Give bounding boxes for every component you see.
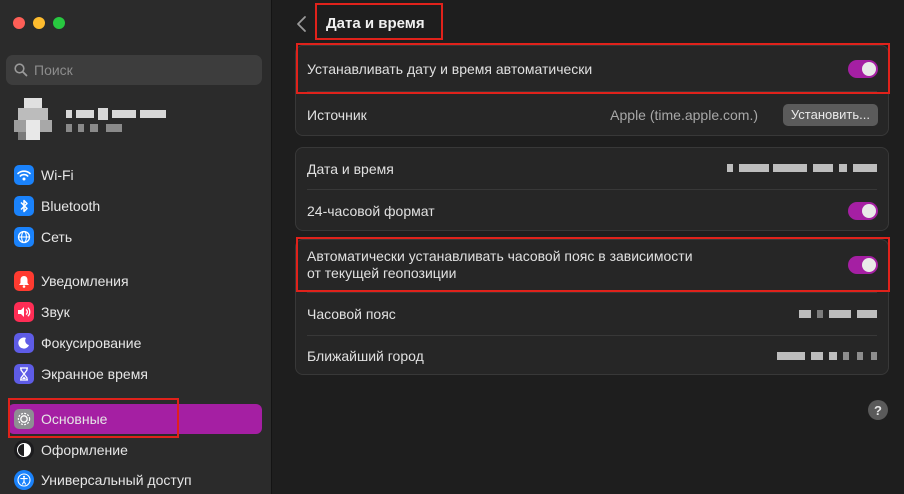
format24-label: 24-часовой формат (307, 203, 435, 219)
sidebar-item-accessibility[interactable]: Универсальный доступ (8, 466, 262, 494)
auto-tz-row: Автоматически устанавливать часовой пояс… (296, 240, 888, 290)
date-time-value-redacted[interactable] (727, 164, 877, 172)
sidebar-item-label: Уведомления (41, 273, 129, 289)
auto-tz-toggle[interactable] (848, 256, 878, 274)
bluetooth-icon (14, 196, 34, 216)
auto-time-group: Устанавливать дату и время автоматически… (295, 45, 889, 136)
sidebar-item-label: Bluetooth (41, 198, 101, 214)
moon-icon (14, 333, 34, 353)
sidebar-item-bluetooth[interactable]: Bluetooth (8, 192, 262, 220)
window-controls (13, 17, 65, 29)
auto-tz-label: Автоматически устанавливать часовой пояс… (307, 248, 693, 282)
avatar (14, 98, 54, 142)
sidebar-item-appearance[interactable]: Оформление (8, 436, 262, 464)
sidebar: Wi-Fi Bluetooth Сеть Уведомления Звук Фо… (0, 0, 272, 494)
sidebar-item-network[interactable]: Сеть (8, 223, 262, 251)
date-time-group: Дата и время 24-часовой формат (295, 147, 889, 231)
timezone-row: Часовой пояс (296, 293, 888, 334)
source-value: Apple (time.apple.com.) (610, 106, 758, 123)
auto-time-label: Устанавливать дату и время автоматически (307, 60, 593, 77)
search-input[interactable] (34, 62, 234, 78)
nearest-city-label: Ближайший город (307, 348, 424, 364)
sidebar-item-label: Звук (41, 304, 70, 320)
date-time-label: Дата и время (307, 160, 394, 177)
sidebar-item-label: Фокусирование (41, 335, 142, 351)
close-window-button[interactable] (13, 17, 25, 29)
sidebar-item-label: Универсальный доступ (41, 472, 192, 488)
format24-toggle[interactable] (848, 202, 878, 220)
source-row: Источник Apple (time.apple.com.) Установ… (296, 92, 888, 137)
nearest-city-row: Ближайший город (296, 336, 888, 376)
accessibility-icon (14, 470, 34, 490)
auto-tz-label-line2: от текущей геопозиции (307, 265, 457, 281)
sidebar-item-label: Основные (41, 411, 108, 427)
sidebar-item-general[interactable]: Основные (8, 404, 262, 434)
back-chevron-icon[interactable] (294, 14, 310, 34)
profile-subtitle-redacted (66, 124, 146, 132)
sidebar-item-label: Wi-Fi (41, 167, 74, 183)
main-pane: Дата и время Устанавливать дату и время … (273, 0, 904, 494)
hourglass-icon (14, 364, 34, 384)
gear-icon (14, 409, 34, 429)
bell-icon (14, 271, 34, 291)
page-title: Дата и время (326, 15, 425, 32)
wifi-icon (14, 165, 34, 185)
profile-name-redacted (66, 108, 186, 120)
set-source-button[interactable]: Установить... (782, 103, 878, 126)
minimize-window-button[interactable] (33, 17, 45, 29)
sidebar-item-label: Оформление (41, 442, 128, 458)
appearance-icon (14, 440, 34, 460)
speaker-icon (14, 302, 34, 322)
sidebar-item-focus[interactable]: Фокусирование (8, 329, 262, 357)
auto-time-toggle[interactable] (848, 59, 878, 78)
source-label: Источник (307, 106, 367, 123)
auto-tz-label-line1: Автоматически устанавливать часовой пояс… (307, 248, 693, 264)
nearest-city-value-redacted[interactable] (777, 352, 877, 360)
help-button[interactable]: ? (868, 400, 888, 420)
sidebar-item-sound[interactable]: Звук (8, 298, 262, 326)
timezone-label: Часовой пояс (307, 305, 396, 322)
sidebar-item-label: Экранное время (41, 366, 148, 382)
zoom-window-button[interactable] (53, 17, 65, 29)
timezone-value-redacted (799, 310, 877, 318)
sidebar-item-label: Сеть (41, 229, 73, 245)
sidebar-item-wifi[interactable]: Wi-Fi (8, 161, 262, 189)
search-field[interactable] (6, 55, 262, 85)
auto-time-row: Устанавливать дату и время автоматически (296, 46, 888, 91)
search-icon (14, 63, 28, 77)
apple-account-profile[interactable] (14, 98, 264, 144)
format24-row: 24-часовой формат (296, 190, 888, 232)
date-time-row: Дата и время (296, 148, 888, 189)
sidebar-item-screen-time[interactable]: Экранное время (8, 360, 262, 388)
sidebar-item-notifications[interactable]: Уведомления (8, 267, 262, 295)
globe-icon (14, 227, 34, 247)
time-zone-group: Автоматически устанавливать часовой пояс… (295, 239, 889, 375)
